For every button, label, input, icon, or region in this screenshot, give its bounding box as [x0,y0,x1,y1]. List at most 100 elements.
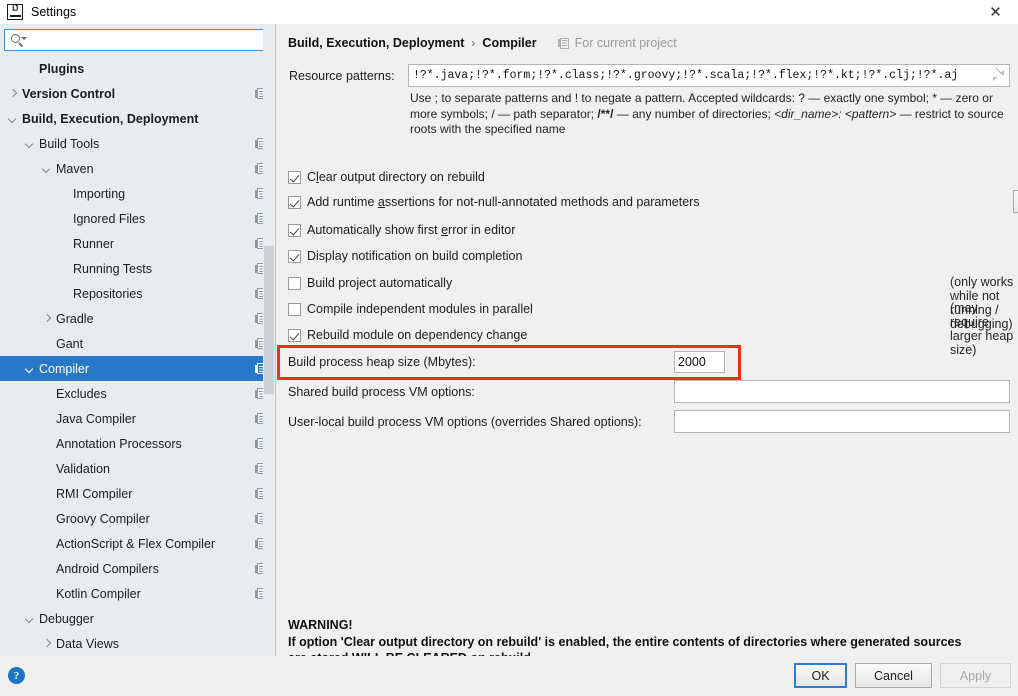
expand-icon[interactable] [990,66,1007,84]
compiler-settings-pane: Build, Execution, Deployment › Compiler … [277,24,1018,665]
settings-tree[interactable]: Plugins Version Control Build, Execution, … [0,56,275,656]
checkbox-checked-icon[interactable] [288,195,301,209]
checkbox-label: Clear output directory on rebuild [307,170,485,184]
checkbox-checked-icon[interactable] [288,249,301,263]
heap-size-input[interactable] [674,351,725,373]
sidebar-item-gradle[interactable]: Gradle [0,306,275,331]
sidebar-item-compiler[interactable]: Compiler [0,356,275,381]
checkbox-label: Compile independent modules in parallel [307,302,533,316]
chevron-right-icon[interactable] [6,87,19,100]
checkbox-rebuild-module-on-dependency[interactable]: Rebuild module on dependency change [288,327,527,343]
checkbox-label: Automatically show first error in editor [307,223,515,237]
sidebar-item-label: Android Compilers [56,561,159,576]
userlocal-vm-options-input[interactable] [674,410,1010,433]
checkbox-unchecked-icon[interactable] [288,302,301,316]
sidebar-scrollbar-thumb[interactable] [264,246,274,394]
sidebar-item-label: Java Compiler [56,411,136,426]
chevron-down-icon[interactable] [23,612,36,625]
search-icon[interactable] [10,33,27,47]
sidebar-item-maven[interactable]: Maven [0,156,275,181]
checkbox-label-post: ssertions for not-null-annotated methods… [384,195,700,209]
sidebar-item-repositories[interactable]: Repositories [0,281,275,306]
sidebar-item-java-compiler[interactable]: Java Compiler [0,406,275,431]
sidebar-item-gant[interactable]: Gant [0,331,275,356]
checkbox-add-runtime-assertions-for[interactable]: Add runtime assertions for not-null-anno… [288,194,700,210]
sidebar-item-label: Runner [73,236,114,251]
sidebar-item-label: Compiler [39,361,90,376]
sidebar-item-build-tools[interactable]: Build Tools [0,131,275,156]
sidebar-item-annotation-processors[interactable]: Annotation Processors [0,431,275,456]
chevron-down-icon[interactable] [6,112,19,125]
scope-text: For current project [574,36,677,50]
sidebar-item-excludes[interactable]: Excludes [0,381,275,406]
sidebar-item-runner[interactable]: Runner [0,231,275,256]
checkbox-display-notification-on-build[interactable]: Display notification on build completion [288,248,522,264]
sidebar-item-label: Kotlin Compiler [56,586,141,601]
shared-vm-options-input[interactable] [674,380,1010,403]
chevron-right-icon[interactable] [40,637,53,650]
sidebar-item-label: Annotation Processors [56,436,182,451]
chevron-down-icon[interactable] [23,137,36,150]
sidebar-item-groovy-compiler[interactable]: Groovy Compiler [0,506,275,531]
resource-patterns-label: Resource patterns: [289,69,395,83]
sidebar-item-debugger[interactable]: Debugger [0,606,275,631]
checkbox-checked-icon[interactable] [288,328,301,342]
breadcrumb-parent[interactable]: Build, Execution, Deployment [288,36,464,50]
sidebar-item-version-control[interactable]: Version Control [0,81,275,106]
sidebar-item-running-tests[interactable]: Running Tests [0,256,275,281]
checkbox-label-pre: Rebuild module on dependency change [307,328,528,342]
resource-patterns-field[interactable]: !?*.java;!?*.form;!?*.class;!?*.groovy;!… [408,64,1010,87]
sidebar-item-rmi-compiler[interactable]: RMI Compiler [0,481,275,506]
resource-patterns-value[interactable]: !?*.java;!?*.form;!?*.class;!?*.groovy;!… [409,69,990,82]
checkbox-automatically-show-first-error[interactable]: Automatically show first error in editor [288,222,515,238]
chevron-down-icon[interactable] [23,362,36,375]
sidebar-item-label: Importing [73,186,126,201]
sidebar-item-importing[interactable]: Importing [0,181,275,206]
checkbox-clear-output-directory-on[interactable]: Clear output directory on rebuild [288,169,485,185]
sidebar-item-label: Version Control [22,86,116,101]
window-title: Settings [31,4,77,19]
checkbox-label-pre: Build project automatically [307,276,453,290]
sidebar-item-plugins[interactable]: Plugins [0,56,275,81]
checkbox-checked-icon[interactable] [288,170,301,184]
sidebar-item-ignored-files[interactable]: Ignored Files [0,206,275,231]
sidebar-item-validation[interactable]: Validation [0,456,275,481]
sidebar-item-data-views[interactable]: Data Views [0,631,275,656]
ok-button[interactable]: OK [794,663,847,688]
sidebar-item-android-compilers[interactable]: Android Compilers [0,556,275,581]
checkbox-label-pre: Add runtime [307,195,378,209]
checkbox-build-project-automatically[interactable]: Build project automatically [288,275,452,291]
checkbox-compile-independent-modules-in[interactable]: Compile independent modules in parallel [288,301,533,317]
sidebar-item-kotlin-compiler[interactable]: Kotlin Compiler [0,581,275,606]
cancel-button[interactable]: Cancel [855,663,932,688]
search-box[interactable] [4,29,270,51]
checkbox-checked-icon[interactable] [288,223,301,237]
intellij-idea-logo-icon: IJ [7,3,23,20]
help-icon[interactable]: ? [8,667,25,684]
search-field-wrapper [4,29,270,51]
checkbox-unchecked-icon[interactable] [288,276,301,290]
close-icon[interactable]: ✕ [973,0,1018,24]
warning-title: WARNING! [288,618,353,632]
checkbox-label: Display notification on build completion [307,249,522,263]
help-dir-pattern: <dir_name>: <pattern> [774,106,897,121]
settings-sidebar: Plugins Version Control Build, Execution, … [0,24,276,656]
sidebar-item-actionscript-flex-compiler[interactable]: ActionScript & Flex Compiler [0,531,275,556]
sidebar-item-build-execution-deployment[interactable]: Build, Execution, Deployment [0,106,275,131]
sidebar-scrollbar[interactable] [263,24,275,624]
search-input[interactable] [26,33,269,47]
configure-annotations-button[interactable]: Configure annotations... [1013,190,1018,213]
sidebar-item-label: Build Tools [39,136,100,151]
sidebar-item-label: ActionScript & Flex Compiler [56,536,216,551]
chevron-right-icon[interactable] [40,312,53,325]
breadcrumb: Build, Execution, Deployment › Compiler … [288,36,677,50]
chevron-down-icon[interactable] [40,162,53,175]
checkbox-label-post: rror in editor [448,223,516,237]
project-scope-icon [557,37,570,49]
